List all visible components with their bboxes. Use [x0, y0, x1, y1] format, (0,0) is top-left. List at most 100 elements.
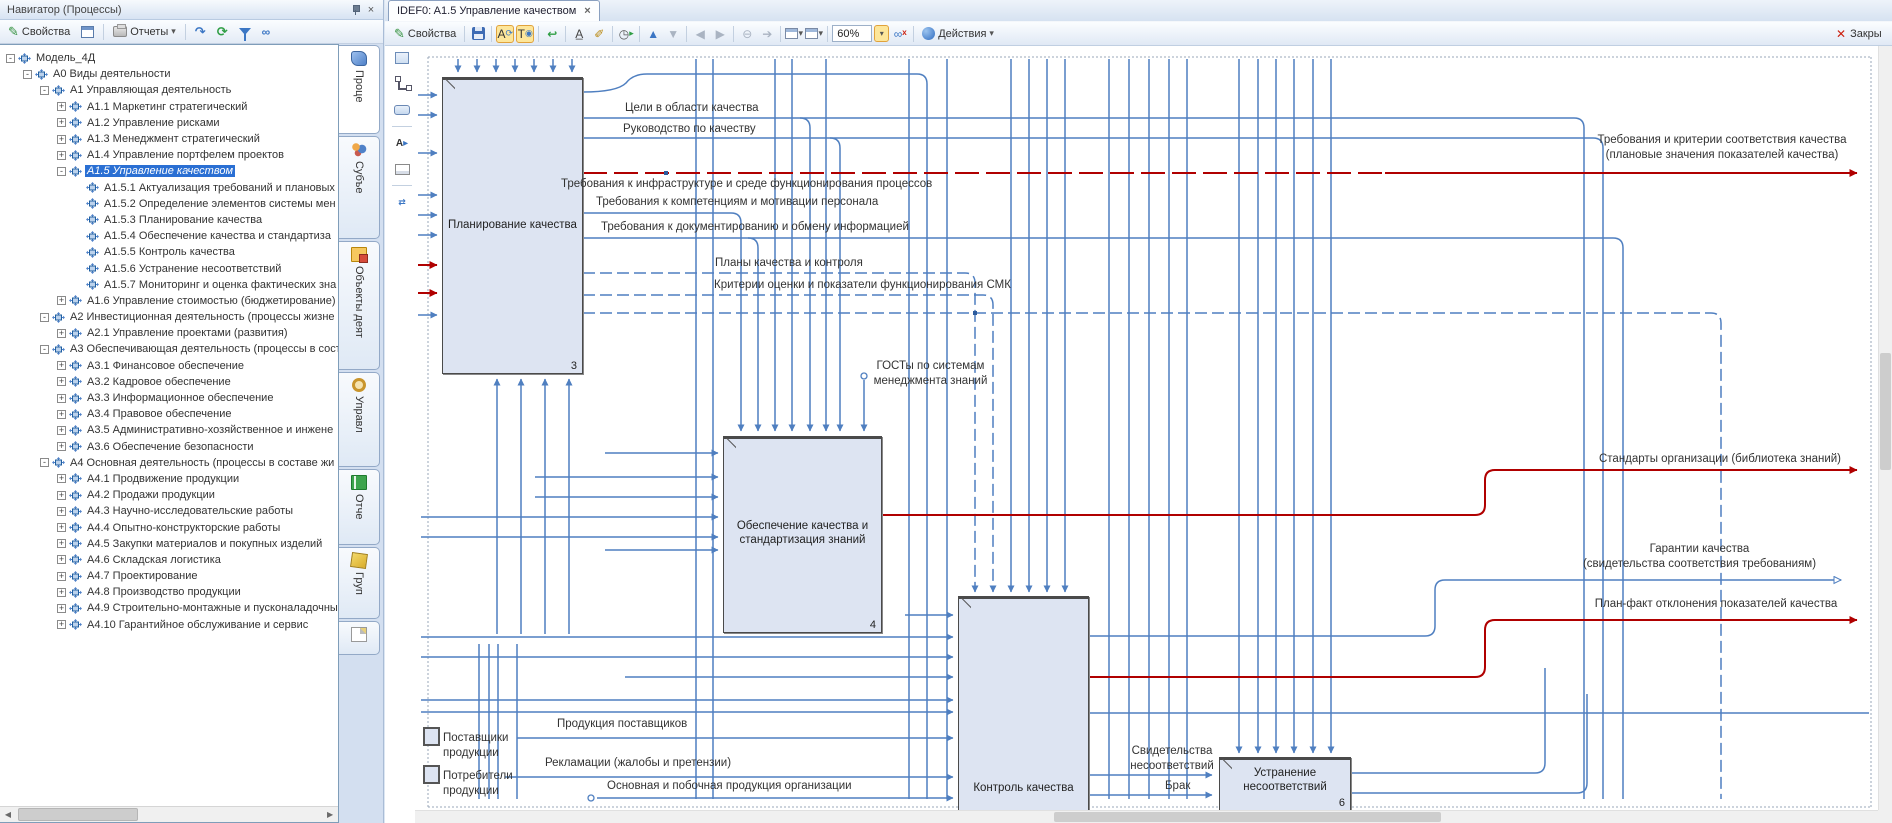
arrow-label-products[interactable]: Основная и побочная продукция организаци…	[607, 779, 852, 794]
tree-expander[interactable]: +	[57, 474, 66, 483]
tree-horizontal-scrollbar[interactable]: ◀ ▶	[0, 806, 338, 822]
forward-button[interactable]: ▶	[711, 25, 729, 43]
tree-expander[interactable]: +	[57, 523, 66, 532]
properties-button[interactable]: ✎ Свойства	[4, 24, 74, 40]
shape-tool-button[interactable]	[391, 100, 413, 120]
tree-item[interactable]: - Модель_4Д	[0, 50, 338, 66]
tab-pages[interactable]	[339, 621, 380, 655]
diagram-canvas[interactable]: A ⇄	[385, 46, 1892, 823]
arrow-label-claims[interactable]: Рекламации (жалобы и претензии)	[545, 756, 731, 771]
tree-expander[interactable]: +	[57, 102, 66, 111]
tree-item[interactable]: + А4.6 Складская логистика	[0, 552, 338, 568]
tree-item[interactable]: + А3.3 Информационное обеспечение	[0, 390, 338, 406]
tree-item[interactable]: + А4.9 Строительно-монтажные и пусконала…	[0, 600, 338, 616]
external-box-consumers[interactable]	[423, 765, 440, 784]
tree-expander[interactable]: +	[57, 620, 66, 629]
scrollbar-thumb[interactable]	[1880, 353, 1891, 470]
tree-item[interactable]: - А1.5 Управление качеством	[0, 163, 338, 179]
save-button[interactable]	[469, 25, 487, 43]
tree-expander[interactable]: +	[57, 491, 66, 500]
tab-close-icon[interactable]: ×	[584, 5, 590, 17]
actions-button[interactable]: Действия ▾	[918, 25, 998, 42]
tree-item[interactable]: А1.5.3 Планирование качества	[0, 212, 338, 228]
external-box-suppliers[interactable]	[423, 727, 440, 746]
tree-item[interactable]: + А1.1 Маркетинг стратегический	[0, 99, 338, 115]
arrow-label-planfact[interactable]: План-факт отклонения показателей качеств…	[1577, 597, 1855, 612]
tree-item[interactable]: + А4.2 Продажи продукции	[0, 487, 338, 503]
tree-expander[interactable]: -	[40, 86, 49, 95]
close-icon[interactable]: ×	[363, 3, 379, 17]
format-brush-button[interactable]: ✐	[590, 25, 608, 43]
scrollbar-thumb[interactable]	[1054, 812, 1441, 822]
tree-expander[interactable]: +	[57, 151, 66, 160]
arrow-label-supplier-products[interactable]: Продукция поставщиков	[557, 717, 687, 732]
tree-item[interactable]: + А4.3 Научно-исследовательские работы	[0, 503, 338, 519]
external-ref-tool-button[interactable]: A	[391, 133, 413, 153]
tree-expander[interactable]: +	[57, 135, 66, 144]
tree-expander[interactable]: +	[57, 394, 66, 403]
diagram-tool-button[interactable]	[391, 48, 413, 68]
back-button[interactable]: ◀	[691, 25, 709, 43]
history-button[interactable]: ◷▸	[617, 25, 635, 43]
tree-item[interactable]: + А1.4 Управление портфелем проектов	[0, 147, 338, 163]
tree-expander[interactable]: +	[57, 410, 66, 419]
arrow-label-plans[interactable]: Планы качества и контроля	[715, 256, 863, 271]
arrow-label-gost[interactable]: ГОСТы по системам менеджмента знаний	[863, 359, 998, 389]
scrollbar-thumb[interactable]	[18, 808, 138, 821]
tree-item[interactable]: + А3.2 Кадровое обеспечение	[0, 374, 338, 390]
tree-item[interactable]: + А4.8 Производство продукции	[0, 584, 338, 600]
tree-item[interactable]: + А3.1 Финансовое обеспечение	[0, 358, 338, 374]
layout-button[interactable]	[77, 24, 98, 40]
zoom-input[interactable]: 60%	[832, 25, 872, 42]
tooltip-toggle[interactable]: T◉	[516, 25, 534, 43]
tree-expander[interactable]: -	[6, 54, 15, 63]
process-box-elimination[interactable]: Устранение несоответствий 6	[1219, 757, 1351, 810]
arrow-label-documentation[interactable]: Требования к документированию и обмену и…	[601, 220, 909, 235]
arrow-label-warranty[interactable]: Гарантии качества (свидетельства соответ…	[1561, 542, 1838, 572]
tree-item[interactable]: + А4.10 Гарантийное обслуживание и серви…	[0, 617, 338, 633]
refresh-button[interactable]: ⟳	[213, 24, 232, 40]
move-up-button[interactable]: ▲	[644, 25, 662, 43]
tree-item[interactable]: + А1.6 Управление стоимостью (бюджетиров…	[0, 293, 338, 309]
arrow-label-manual[interactable]: Руководство по качеству	[623, 122, 756, 137]
tree-item[interactable]: - А1 Управляющая деятельность	[0, 82, 338, 98]
tree-expander[interactable]: -	[57, 167, 66, 176]
tree-expander[interactable]: +	[57, 426, 66, 435]
tree-item[interactable]: А1.5.2 Определение элементов системы мен	[0, 196, 338, 212]
reports-button[interactable]: Отчеты ▾	[109, 24, 180, 40]
tree-item[interactable]: + А4.1 Продвижение продукции	[0, 471, 338, 487]
tree-item[interactable]: + А4.5 Закупки материалов и покупных изд…	[0, 536, 338, 552]
tree-item[interactable]: + А1.3 Менеджмент стратегический	[0, 131, 338, 147]
tab-management[interactable]: Управл	[339, 372, 380, 467]
tab-reports[interactable]: Отче	[339, 469, 380, 545]
zoom-dropdown[interactable]: ▾	[874, 25, 889, 42]
tree-expander[interactable]: -	[40, 313, 49, 322]
pin-icon[interactable]	[347, 3, 363, 17]
tree-expander[interactable]: +	[57, 329, 66, 338]
move-down-button[interactable]: ▼	[664, 25, 682, 43]
arrow-label-competence[interactable]: Требования к компетенциям и мотивации пе…	[596, 195, 878, 210]
process-box-control[interactable]: Контроль качества	[958, 596, 1089, 810]
tab-groups[interactable]: Груп	[339, 547, 380, 619]
tree-item[interactable]: - А3 Обеспечивающая деятельность (процес…	[0, 341, 338, 357]
tree-item[interactable]: + А4.4 Опытно-конструкторские работы	[0, 519, 338, 535]
tab-idef0-diagram[interactable]: IDEF0: A1.5 Управление качеством ×	[388, 0, 600, 21]
tree-expander[interactable]: -	[40, 458, 49, 467]
tree-item[interactable]: А1.5.4 Обеспечение качества и стандартиз…	[0, 228, 338, 244]
arrow-label-goals[interactable]: Цели в области качества	[625, 101, 759, 116]
tree-item[interactable]: + А2.1 Управление проектами (развития)	[0, 325, 338, 341]
zoom-out-level-button[interactable]: ⊖	[738, 25, 756, 43]
arrow-label-standards[interactable]: Стандарты организации (библиотека знаний…	[1591, 452, 1849, 467]
tree-expander[interactable]: +	[57, 361, 66, 370]
properties-button[interactable]: ✎ Свойства	[390, 26, 460, 42]
tree-expander[interactable]: +	[57, 555, 66, 564]
tree-item[interactable]: А1.5.5 Контроль качества	[0, 244, 338, 260]
arrow-label-criteria[interactable]: Критерии оценки и показатели функциониро…	[714, 278, 1011, 293]
tree-item[interactable]: - А4 Основная деятельность (процессы в с…	[0, 455, 338, 471]
tree-item[interactable]: - А2 Инвестиционная деятельность (процес…	[0, 309, 338, 325]
tree-expander[interactable]: +	[57, 442, 66, 451]
tree-expander[interactable]: +	[57, 588, 66, 597]
tree-item[interactable]: + А4.7 Проектирование	[0, 568, 338, 584]
scroll-left-icon[interactable]: ◀	[0, 807, 16, 822]
process-box-planning[interactable]: Планирование качества 3	[442, 77, 583, 374]
